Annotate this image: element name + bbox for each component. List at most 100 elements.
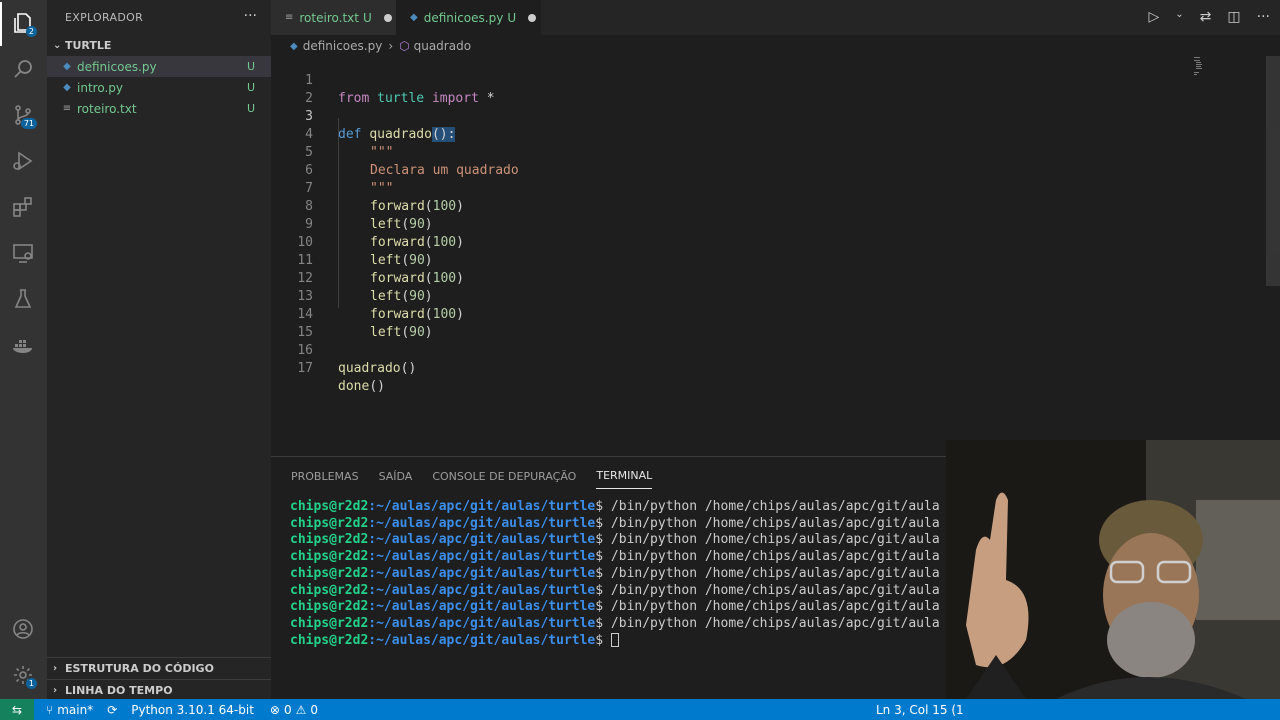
- unsaved-dot-icon[interactable]: [383, 13, 392, 22]
- code-line: 1 from turtle import *: [271, 54, 1171, 106]
- breadcrumb: ◆ definicoes.py › ⬡ quadrado: [290, 36, 471, 56]
- chevron-down-icon: ⌄: [53, 39, 62, 51]
- code-line: 3 def quadrado():: [271, 90, 1171, 142]
- terminal-prompt: $: [595, 499, 611, 514]
- terminal-path: :~/aulas/apc/git/aulas/turtle: [368, 515, 596, 531]
- testing-icon[interactable]: [8, 284, 38, 314]
- terminal-command: /bin/python /home/chips/aulas/apc/git/au…: [610, 499, 940, 514]
- code-line: 5 Declara um quadrado: [271, 126, 1171, 178]
- terminal-user: chips@r2d2: [290, 632, 369, 648]
- punctuation: (): [369, 379, 385, 394]
- terminal-user: chips@r2d2: [290, 582, 369, 598]
- webcam-overlay: [946, 440, 1280, 699]
- code-line: 11 forward(100): [271, 234, 1171, 286]
- terminal-cursor: [610, 633, 619, 648]
- terminal-output[interactable]: chips@r2d2:~/aulas/apc/git/aulas/turtle$…: [290, 499, 940, 649]
- warning-icon: ⚠: [295, 702, 307, 717]
- file-name: intro.py: [77, 80, 123, 95]
- python-file-icon: ◆: [290, 40, 298, 52]
- tab-debug-console[interactable]: CONSOLE DE DEPURAÇÃO: [432, 463, 576, 489]
- presenter-video-image: [946, 440, 1280, 699]
- search-icon[interactable]: [8, 54, 38, 84]
- tab-definicoes[interactable]: ◆ definicoes.py U: [396, 0, 541, 35]
- remote-icon[interactable]: ⇆: [0, 699, 34, 720]
- tab-output[interactable]: SAÍDA: [379, 463, 413, 489]
- tab-roteiro[interactable]: ≡ roteiro.txt U: [271, 0, 396, 35]
- breadcrumb-file[interactable]: definicoes.py: [303, 39, 383, 53]
- tab-terminal[interactable]: TERMINAL: [596, 463, 653, 489]
- folder-header[interactable]: ⌄ TURTLE: [47, 34, 271, 56]
- timeline-title: LINHA DO TEMPO: [65, 684, 173, 697]
- code-line: 10 left(90): [271, 216, 1171, 268]
- terminal-prompt: $: [595, 582, 611, 598]
- terminal-command: /bin/python /home/chips/aulas/apc/git/au…: [610, 515, 940, 531]
- terminal-line: chips@r2d2:~/aulas/apc/git/aulas/turtle$…: [290, 583, 940, 600]
- breadcrumb-separator: ›: [388, 39, 394, 53]
- timeline-section[interactable]: › LINHA DO TEMPO: [47, 679, 271, 701]
- status-bar: ⇆ ⑂ main* ⟳ Python 3.10.1 64-bit ⊗ 0 ⚠ 0…: [0, 699, 1280, 720]
- terminal-command: /bin/python /home/chips/aulas/apc/git/au…: [610, 599, 940, 615]
- explorer-title: EXPLORADOR: [65, 10, 144, 24]
- chevron-right-icon: ›: [53, 685, 58, 696]
- run-debug-icon[interactable]: [8, 146, 38, 176]
- extensions-icon[interactable]: [8, 192, 38, 222]
- tab-status: U: [362, 10, 372, 25]
- problems-indicator[interactable]: ⊗ 0 ⚠ 0: [270, 703, 318, 717]
- settings-badge: 1: [25, 678, 37, 689]
- python-file-icon: ◆: [63, 61, 71, 72]
- terminal-user: chips@r2d2: [290, 615, 369, 631]
- terminal-command: /bin/python /home/chips/aulas/apc/git/au…: [610, 532, 940, 548]
- code-line: 6 """: [271, 144, 1171, 196]
- terminal-prompt: $: [595, 565, 611, 581]
- file-name: roteiro.txt: [77, 101, 137, 116]
- terminal-prompt: $: [595, 549, 611, 565]
- compare-icon[interactable]: ⇄: [1200, 9, 1212, 25]
- code-line: 14 left(90): [271, 288, 1171, 340]
- source-control-icon[interactable]: 71: [8, 100, 38, 130]
- terminal-user: chips@r2d2: [290, 499, 369, 514]
- more-icon[interactable]: ···: [1257, 9, 1270, 25]
- settings-gear-icon[interactable]: 1: [8, 660, 38, 690]
- code-line: 8 left(90): [271, 180, 1171, 232]
- scm-badge: 71: [20, 118, 37, 129]
- terminal-line: chips@r2d2:~/aulas/apc/git/aulas/turtle$…: [290, 616, 940, 633]
- file-item-roteiro[interactable]: ≡ roteiro.txt U: [47, 98, 271, 119]
- explorer-icon[interactable]: 2: [8, 8, 38, 38]
- remote-explorer-icon[interactable]: [8, 238, 38, 268]
- run-icon[interactable]: ▷: [1149, 9, 1160, 25]
- unsaved-dot-icon[interactable]: [528, 13, 537, 22]
- terminal-path: :~/aulas/apc/git/aulas/turtle: [368, 565, 596, 581]
- more-actions-icon[interactable]: ···: [244, 8, 257, 24]
- file-item-definicoes[interactable]: ◆ definicoes.py U: [47, 56, 271, 77]
- terminal-command: /bin/python /home/chips/aulas/apc/git/au…: [610, 582, 940, 598]
- split-editor-icon[interactable]: ◫: [1227, 9, 1240, 25]
- editor-tabs: ≡ roteiro.txt U ◆ definicoes.py U ▷ ⌄ ⇄ …: [271, 0, 1280, 35]
- minimap[interactable]: [1194, 56, 1208, 76]
- error-count: 0: [283, 702, 292, 717]
- code-line: 13 forward(100): [271, 270, 1171, 322]
- outline-section[interactable]: › ESTRUTURA DO CÓDIGO: [47, 657, 271, 679]
- docker-icon[interactable]: [8, 330, 38, 360]
- cursor-position[interactable]: Ln 3, Col 15 (1: [876, 703, 964, 717]
- editor-scrollbar[interactable]: [1266, 56, 1280, 286]
- sync-icon[interactable]: ⟳: [107, 703, 117, 717]
- terminal-line: chips@r2d2:~/aulas/apc/git/aulas/turtle$…: [290, 516, 940, 533]
- breadcrumb-symbol[interactable]: quadrado: [414, 39, 471, 53]
- branch-indicator[interactable]: ⑂ main*: [46, 703, 93, 717]
- code-line: 9 forward(100): [271, 198, 1171, 250]
- git-branch-icon: ⑂: [46, 702, 54, 717]
- active-indicator: [0, 2, 2, 46]
- symbol-method-icon: ⬡: [399, 39, 410, 53]
- terminal-line: chips@r2d2:~/aulas/apc/git/aulas/turtle$: [290, 633, 940, 650]
- code-line: 2: [271, 72, 1171, 106]
- tab-problems[interactable]: PROBLEMAS: [291, 463, 359, 489]
- python-interpreter[interactable]: Python 3.10.1 64-bit: [131, 703, 254, 717]
- file-item-intro[interactable]: ◆ intro.py U: [47, 77, 271, 98]
- outline-title: ESTRUTURA DO CÓDIGO: [65, 662, 214, 675]
- chevron-down-icon[interactable]: ⌄: [1175, 9, 1183, 25]
- terminal-user: chips@r2d2: [290, 549, 369, 565]
- explorer-sidebar: EXPLORADOR ··· ⌄ TURTLE ◆ definicoes.py …: [47, 0, 271, 699]
- terminal-prompt: $: [595, 532, 611, 548]
- account-icon[interactable]: [8, 614, 38, 644]
- code-editor[interactable]: 1 from turtle import * 2 3 def quadrado(…: [271, 56, 1280, 456]
